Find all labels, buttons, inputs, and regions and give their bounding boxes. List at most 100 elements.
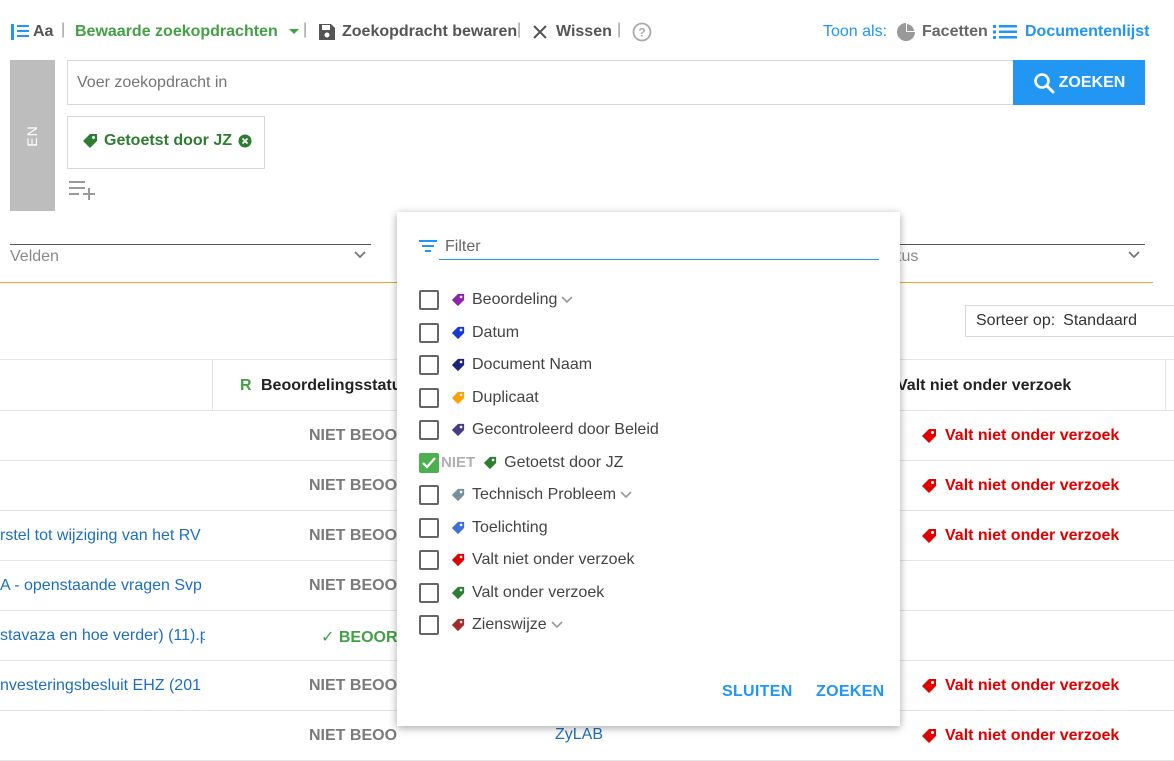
tag-option-label: Beoordeling xyxy=(472,291,558,308)
tag-option[interactable]: Datum xyxy=(419,321,519,345)
tag-option-label: Toelichting xyxy=(472,518,548,536)
tag-option[interactable]: Beoordeling xyxy=(419,288,573,312)
toolbar-divider: | xyxy=(61,21,66,38)
help-icon: ? xyxy=(632,22,652,42)
document-name[interactable]: stavaza en hoe verder) (11).p xyxy=(0,627,205,645)
tag-icon xyxy=(451,586,465,600)
tag-label-text: Valt niet onder verzoek xyxy=(945,677,1120,694)
add-query-row-icon[interactable] xyxy=(69,178,97,200)
checkbox[interactable] xyxy=(419,550,439,570)
document-list-view-button[interactable]: Documentenlijst xyxy=(993,20,1149,44)
tag-option[interactable]: Valt niet onder verzoek xyxy=(419,548,634,572)
review-status: ✓ BEOORDEELD xyxy=(321,627,409,647)
tag-option-label: Document Naam xyxy=(472,356,593,373)
help-button[interactable]: ? xyxy=(632,20,652,44)
checkbox[interactable] xyxy=(419,582,439,603)
text-view-toggle[interactable]: Aa xyxy=(10,20,53,44)
list-lines-icon xyxy=(11,24,29,40)
search-field[interactable] xyxy=(67,60,1013,105)
tag-label-text: Valt niet onder verzoek xyxy=(945,427,1120,444)
not-toggle[interactable]: NIET xyxy=(441,454,475,471)
sort-select[interactable]: Sorteer op: Standaard xyxy=(965,305,1174,337)
close-button[interactable]: SLUITEN xyxy=(722,683,793,701)
tag-option-label: Duplicaat xyxy=(472,388,539,406)
tag-option[interactable]: Toelichting xyxy=(419,516,548,540)
document-name[interactable]: nvesteringsbesluit EHZ (201 xyxy=(0,677,205,695)
and-operator-toggle[interactable]: EN xyxy=(10,60,55,211)
tag-icon xyxy=(451,423,465,437)
chevron-down-icon[interactable] xyxy=(561,295,573,305)
chevron-down-icon[interactable] xyxy=(353,248,367,262)
checkbox[interactable] xyxy=(419,615,439,635)
close-icon xyxy=(533,25,547,39)
sort-label: Sorteer op: xyxy=(976,312,1056,329)
tag-icon xyxy=(922,529,936,543)
tag-filter-popup: Beoordeling Datum Document Naam Duplicaat Ge… xyxy=(397,212,900,726)
checkbox[interactable] xyxy=(419,420,439,440)
tag-icon xyxy=(451,488,465,502)
checkbox[interactable] xyxy=(419,517,439,538)
saved-searches-dropdown[interactable]: Bewaarde zoekopdrachten xyxy=(75,20,300,44)
tag-option[interactable]: Zienswijze xyxy=(419,613,563,637)
review-status: NIET BEOORDEELD xyxy=(309,577,397,594)
tag-icon xyxy=(922,479,936,493)
query-chip-box: Getoetst door JZ xyxy=(67,116,265,169)
search-button-label: ZOEKEN xyxy=(1058,73,1126,91)
fields-select[interactable]: Velden xyxy=(10,248,59,266)
tag-option-label: Datum xyxy=(472,323,520,341)
fields-select-underline xyxy=(10,244,371,245)
checkbox[interactable] xyxy=(419,355,439,375)
chevron-down-icon[interactable] xyxy=(620,490,632,500)
review-status-header[interactable]: Beoordelingsstatus xyxy=(261,377,410,395)
search-input[interactable] xyxy=(68,61,1013,104)
save-search-button[interactable]: Zoekopdracht bewaren xyxy=(318,20,517,44)
clear-label: Wissen xyxy=(556,23,612,40)
check-icon: ✓ xyxy=(321,629,335,646)
column-divider xyxy=(1165,360,1166,410)
chevron-down-icon[interactable] xyxy=(551,620,563,630)
review-status: NIET BEOORDEELD xyxy=(309,477,397,494)
review-status: NIET BEOORDEELD xyxy=(309,427,397,444)
tag-label[interactable]: Valt niet onder verzoek xyxy=(921,427,1119,445)
status-select[interactable]: tus xyxy=(897,248,918,266)
tag-label[interactable]: Valt niet onder verzoek xyxy=(921,677,1119,695)
tag-icon xyxy=(451,358,465,372)
tag-option[interactable]: Document Naam xyxy=(419,353,592,377)
tag-option-label: Gecontroleerd door Beleid xyxy=(472,421,659,438)
tag-option-label: Technisch Probleem xyxy=(472,486,617,503)
source-link[interactable]: ZyLAB xyxy=(555,726,603,744)
chevron-down-icon[interactable] xyxy=(1127,248,1141,262)
tag-icon xyxy=(922,729,936,743)
tag-label[interactable]: Valt niet onder verzoek xyxy=(921,477,1119,495)
document-name[interactable]: A - openstaande vragen Svp xyxy=(0,577,205,595)
query-chip[interactable]: Getoetst door JZ xyxy=(82,132,252,150)
document-list-label: Documentenlijst xyxy=(1025,23,1150,40)
checkbox[interactable] xyxy=(419,290,439,310)
caret-down-icon xyxy=(288,29,299,34)
list-icon xyxy=(993,25,1017,39)
filter-input[interactable] xyxy=(439,234,879,259)
checkbox[interactable] xyxy=(419,485,439,505)
toolbar-divider: | xyxy=(617,21,622,38)
review-status: NIET BEOORDEELD xyxy=(309,527,397,544)
checkbox[interactable] xyxy=(419,387,439,408)
document-name[interactable]: rstel tot wijziging van het RV xyxy=(0,527,205,545)
tag-option[interactable]: Gecontroleerd door Beleid xyxy=(419,418,659,442)
tag-icon xyxy=(451,391,465,405)
checkbox[interactable] xyxy=(419,322,439,343)
checkbox-checked[interactable] xyxy=(419,452,439,473)
not-in-request-header[interactable]: Valt niet onder verzoek xyxy=(897,377,1071,395)
tag-option[interactable]: NIET Getoetst door JZ xyxy=(419,451,623,475)
clear-button[interactable]: Wissen xyxy=(533,20,612,44)
remove-chip-icon[interactable] xyxy=(238,134,252,148)
tag-label[interactable]: Valt niet onder verzoek xyxy=(921,527,1119,545)
tag-option[interactable]: Valt onder verzoek xyxy=(419,581,604,605)
facets-view-button[interactable]: Facetten xyxy=(896,20,988,44)
search-button[interactable]: ZOEKEN xyxy=(1013,60,1145,105)
query-chip-label: Getoetst door JZ xyxy=(104,132,233,149)
tag-label[interactable]: Valt niet onder verzoek xyxy=(921,727,1119,745)
popup-search-button[interactable]: ZOEKEN xyxy=(816,683,884,701)
tag-option[interactable]: Technisch Probleem xyxy=(419,483,632,507)
tag-option[interactable]: Duplicaat xyxy=(419,386,539,410)
filter-field[interactable] xyxy=(439,234,879,260)
